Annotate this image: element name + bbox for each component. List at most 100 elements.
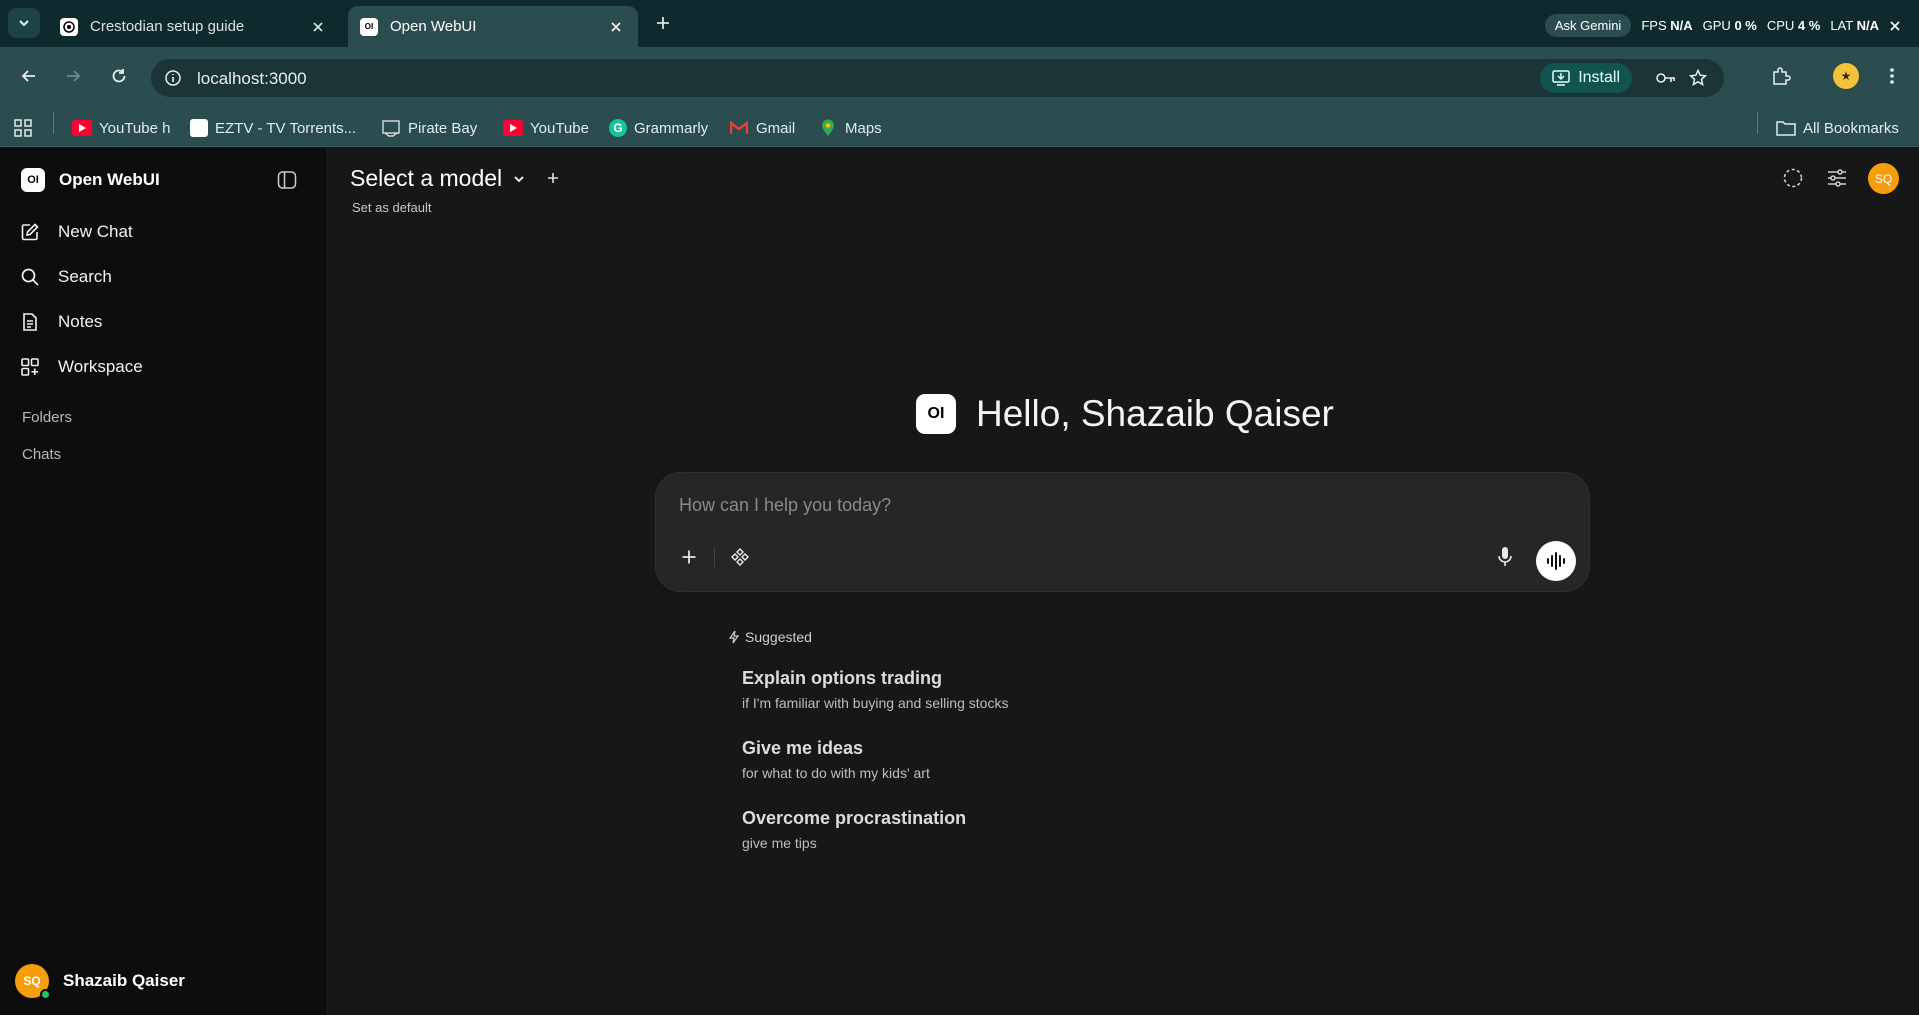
user-menu[interactable]: SQ Shazaib Qaiser: [15, 964, 185, 1000]
pirate-ship-icon: [381, 120, 401, 137]
sidebar-item-notes[interactable]: Notes: [20, 308, 102, 336]
install-icon: [1552, 70, 1570, 86]
audio-waveform-icon: [1547, 552, 1565, 570]
sidebar-item-search[interactable]: Search: [20, 263, 112, 291]
new-tab-button[interactable]: [650, 10, 676, 36]
install-app-button[interactable]: Install: [1540, 63, 1632, 93]
greeting-text: Hello, Shazaib Qaiser: [976, 393, 1334, 434]
gpu-stat: GPU 0 %: [1702, 18, 1757, 33]
more-vertical-icon: [1890, 68, 1894, 84]
sidebar-item-new-chat[interactable]: New Chat: [20, 218, 133, 246]
browser-tab-bar: Crestodian setup guide OI Open WebUI Ask…: [0, 0, 1919, 47]
forward-button[interactable]: [58, 61, 88, 91]
bookmarks-bar: YouTube h EZTV - TV Torrents... Pirate B…: [0, 107, 1919, 147]
performance-overlay: Ask Gemini FPS N/A GPU 0 % CPU 4 % LAT N…: [1544, 14, 1901, 37]
close-tab-icon[interactable]: [606, 17, 626, 37]
maps-icon: [818, 119, 838, 136]
bookmark-gmail[interactable]: Gmail: [729, 117, 795, 139]
bookmark-star-icon[interactable]: [1686, 66, 1710, 90]
bookmark-youtube-h[interactable]: YouTube h: [72, 117, 170, 139]
apps-grid-icon: [14, 119, 32, 137]
suggestion-title: Overcome procrastination: [742, 808, 967, 828]
open-webui-favicon-icon: OI: [360, 17, 378, 36]
suggestion-subtitle: give me tips: [742, 835, 817, 851]
model-selector-label: Select a model: [350, 165, 503, 191]
tab-title: Crestodian setup guide: [90, 18, 245, 35]
suggestion-item[interactable]: Explain options trading if I'm familiar …: [742, 668, 1008, 711]
browser-tab-open-webui[interactable]: OI Open WebUI: [348, 6, 638, 47]
voice-mode-button[interactable]: [1536, 541, 1576, 581]
suggested-heading: Suggested: [728, 629, 812, 645]
message-input[interactable]: [679, 491, 1459, 519]
integrations-icon: [731, 548, 749, 566]
tab-search-button[interactable]: [8, 8, 40, 38]
browser-profile-avatar[interactable]: ★: [1833, 63, 1859, 89]
sidebar-panel-icon: [277, 171, 297, 189]
bookmark-maps[interactable]: Maps: [818, 117, 882, 139]
site-info-icon[interactable]: [161, 66, 185, 90]
bookmark-grammarly[interactable]: G Grammarly: [609, 117, 708, 139]
address-bar[interactable]: localhost:3000 Install: [151, 59, 1724, 97]
suggestion-title: Explain options trading: [742, 668, 943, 688]
blank-page-icon: [190, 119, 208, 137]
bookmark-youtube[interactable]: YouTube: [503, 117, 589, 139]
close-tab-icon[interactable]: [308, 17, 328, 37]
tools-button[interactable]: [725, 542, 755, 572]
suggestion-item[interactable]: Overcome procrastination give me tips: [742, 808, 966, 851]
set-as-default-link[interactable]: Set as default: [352, 200, 432, 215]
sidebar-toggle-button[interactable]: [275, 168, 299, 192]
reload-icon: [112, 69, 126, 83]
tab-title: Open WebUI: [390, 18, 477, 35]
sliders-icon: [1828, 169, 1846, 187]
open-webui-logo-icon: OI: [916, 394, 956, 434]
add-model-button[interactable]: [543, 168, 563, 188]
back-button[interactable]: [14, 61, 44, 91]
openai-favicon-icon: [60, 17, 78, 36]
open-webui-app: OI Open WebUI New Chat Search Notes Work…: [0, 148, 1919, 1015]
sidebar: OI Open WebUI New Chat Search Notes Work…: [0, 148, 326, 1015]
dashed-circle-icon: [1783, 168, 1803, 188]
greeting: OI Hello, Shazaib Qaiser: [916, 393, 1334, 435]
extensions-button[interactable]: [1766, 61, 1796, 91]
plus-icon: [657, 17, 669, 29]
lat-stat: LAT N/A: [1830, 18, 1879, 33]
bookmark-pirate-bay[interactable]: Pirate Bay: [381, 117, 477, 139]
edit-icon: [21, 223, 39, 241]
bookmarks-divider: [1757, 112, 1758, 134]
reload-button[interactable]: [104, 61, 134, 91]
search-icon: [21, 268, 39, 286]
browser-toolbar: localhost:3000 Install ★: [0, 47, 1919, 107]
gmail-icon: [729, 120, 749, 136]
plus-icon: [548, 173, 558, 183]
sidebar-item-workspace[interactable]: Workspace: [20, 353, 143, 381]
close-icon[interactable]: [1889, 20, 1901, 32]
attach-button[interactable]: [674, 542, 704, 572]
bookmark-eztv[interactable]: EZTV - TV Torrents...: [190, 117, 356, 139]
url-text[interactable]: localhost:3000: [197, 69, 307, 89]
dictate-button[interactable]: [1490, 542, 1520, 572]
brand-name: Open WebUI: [59, 170, 160, 189]
youtube-icon: [503, 120, 523, 136]
brand[interactable]: OI Open WebUI: [21, 168, 160, 192]
model-selector[interactable]: Select a model: [350, 165, 526, 192]
workspace-icon: [21, 358, 39, 376]
password-key-icon[interactable]: [1654, 66, 1678, 90]
all-bookmarks-button[interactable]: All Bookmarks: [1776, 117, 1899, 139]
apps-button[interactable]: [13, 117, 33, 139]
browser-menu-button[interactable]: [1877, 61, 1907, 91]
avatar: SQ: [15, 964, 51, 1000]
ask-gemini-button[interactable]: Ask Gemini: [1544, 14, 1632, 37]
cpu-stat: CPU 4 %: [1766, 18, 1821, 33]
chat-controls-button[interactable]: [1824, 165, 1850, 191]
temporary-chat-button[interactable]: [1780, 165, 1806, 191]
chats-section[interactable]: Chats: [22, 446, 61, 463]
suggestion-item[interactable]: Give me ideas for what to do with my kid…: [742, 738, 930, 781]
arrow-right-icon: [67, 70, 81, 82]
user-name: Shazaib Qaiser: [63, 971, 185, 990]
microphone-icon: [1498, 547, 1512, 566]
folder-icon: [1776, 120, 1796, 136]
folders-section[interactable]: Folders: [22, 409, 72, 426]
avatar[interactable]: SQ: [1868, 163, 1899, 194]
browser-tab-crestodian[interactable]: Crestodian setup guide: [48, 6, 340, 47]
grammarly-icon: G: [609, 119, 627, 137]
